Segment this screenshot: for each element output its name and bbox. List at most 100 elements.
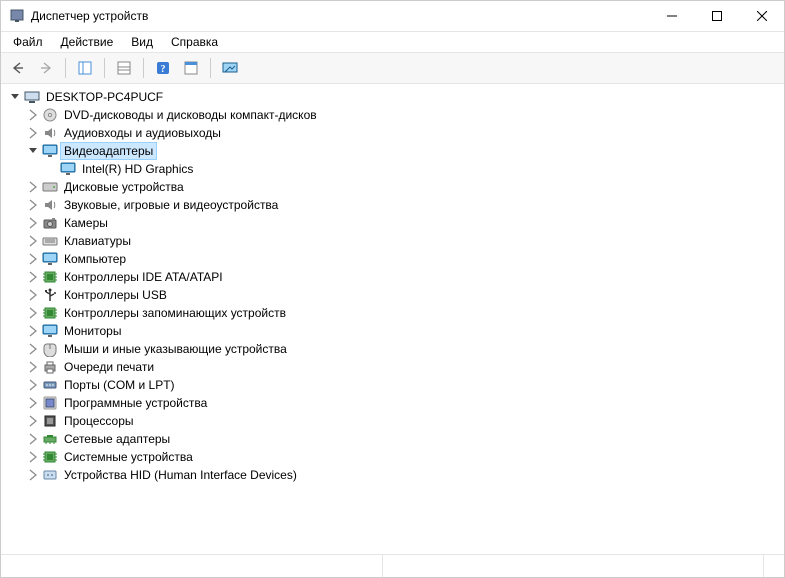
drive-icon [42,179,58,195]
titlebar: Диспетчер устройств [1,1,784,32]
tree-item[interactable]: Порты (COM и LPT) [27,376,784,394]
tree-item[interactable]: Системные устройства [27,448,784,466]
statusbar-grip [764,555,784,577]
menu-view[interactable]: Вид [123,33,161,51]
expand-arrow-right-icon[interactable] [27,289,39,301]
tree-item[interactable]: Intel(R) HD Graphics [45,160,784,178]
pc-icon [24,89,40,105]
menubar: Файл Действие Вид Справка [1,32,784,52]
expand-arrow-right-icon[interactable] [27,217,39,229]
tree-item[interactable]: Мыши и иные указывающие устройства [27,340,784,358]
statusbar [1,554,784,577]
tree-item-label: Сетевые адаптеры [61,431,173,447]
tree-item[interactable]: Контроллеры запоминающих устройств [27,304,784,322]
expand-arrow-down-icon[interactable] [9,91,21,103]
tree-item[interactable]: DVD-дисководы и дисководы компакт-дисков [27,106,784,124]
disc-icon [42,107,58,123]
expand-arrow-down-icon[interactable] [27,145,39,157]
hid-icon [42,467,58,483]
expand-arrow-right-icon[interactable] [27,433,39,445]
expand-arrow-right-icon[interactable] [27,199,39,211]
chip-icon [42,449,58,465]
properties-button[interactable] [111,55,137,81]
monitor-icon [42,251,58,267]
toolbar-separator [104,58,105,78]
expand-arrow-right-icon[interactable] [27,361,39,373]
menu-help[interactable]: Справка [163,33,226,51]
device-manager-icon [9,8,25,24]
expand-arrow-right-icon[interactable] [27,253,39,265]
tree-item-label: Системные устройства [61,449,196,465]
nav-back-button[interactable] [5,55,31,81]
expand-arrow-right-icon[interactable] [27,397,39,409]
monitor-icon [42,323,58,339]
expand-arrow-right-icon[interactable] [27,343,39,355]
tree-item[interactable]: Компьютер [27,250,784,268]
tree-item[interactable]: Контроллеры IDE ATA/ATAPI [27,268,784,286]
tree-item[interactable]: Процессоры [27,412,784,430]
close-button[interactable] [739,1,784,31]
tree-item-label: Контроллеры USB [61,287,170,303]
usb-icon [42,287,58,303]
tree-item-label: DVD-дисководы и дисководы компакт-дисков [61,107,320,123]
expand-arrow-right-icon[interactable] [27,451,39,463]
tree-item[interactable]: DESKTOP-PC4PUCF [9,88,784,106]
tree-item-label: Дисковые устройства [61,179,187,195]
tree-item[interactable]: Мониторы [27,322,784,340]
tree-item-label: Клавиатуры [61,233,134,249]
tree-item-label: Программные устройства [61,395,210,411]
expand-arrow-right-icon[interactable] [27,127,39,139]
tree-item-label: Порты (COM и LPT) [61,377,178,393]
toolbar-separator [210,58,211,78]
tree-item-label: Очереди печати [61,359,157,375]
expand-arrow-right-icon[interactable] [27,181,39,193]
port-icon [42,377,58,393]
scan-hardware-button[interactable] [217,55,243,81]
printer-icon [42,359,58,375]
menu-action[interactable]: Действие [53,33,122,51]
tree-item[interactable]: Устройства HID (Human Interface Devices) [27,466,784,484]
tree-item[interactable]: Дисковые устройства [27,178,784,196]
device-tree[interactable]: DESKTOP-PC4PUCF DVD-дисководы и дисководы… [1,84,784,554]
expand-arrow-right-icon[interactable] [27,109,39,121]
tree-item-label: Контроллеры IDE ATA/ATAPI [61,269,226,285]
expand-arrow-right-icon[interactable] [27,325,39,337]
maximize-button[interactable] [694,1,739,31]
statusbar-cell [383,555,765,577]
tree-item-label: Аудиовходы и аудиовыходы [61,125,224,141]
expand-arrow-right-icon[interactable] [27,469,39,481]
minimize-button[interactable] [649,1,694,31]
expand-arrow-right-icon[interactable] [27,415,39,427]
speaker-icon [42,125,58,141]
expand-arrow-right-icon[interactable] [27,379,39,391]
toolbar-separator [65,58,66,78]
tree-item[interactable]: Сетевые адаптеры [27,430,784,448]
tree-item[interactable]: Программные устройства [27,394,784,412]
expand-arrow-right-icon[interactable] [27,271,39,283]
expand-arrow-right-icon[interactable] [27,235,39,247]
action-button[interactable] [178,55,204,81]
tree-item[interactable]: Видеоадаптеры [27,142,784,160]
tree-item[interactable]: Аудиовходы и аудиовыходы [27,124,784,142]
tree-item[interactable]: Клавиатуры [27,232,784,250]
nav-forward-button[interactable] [33,55,59,81]
expand-arrow-right-icon[interactable] [27,307,39,319]
tree-item-label: Контроллеры запоминающих устройств [61,305,289,321]
help-button[interactable] [150,55,176,81]
speaker-icon [42,197,58,213]
software-icon [42,395,58,411]
camera-icon [42,215,58,231]
chip-icon [42,305,58,321]
tree-item-label: DESKTOP-PC4PUCF [43,89,166,105]
menu-file[interactable]: Файл [5,33,51,51]
device-manager-window: Диспетчер устройств Файл Действие Вид Сп… [0,0,785,578]
show-hide-tree-button[interactable] [72,55,98,81]
tree-item[interactable]: Очереди печати [27,358,784,376]
cpu-icon [42,413,58,429]
tree-item-label: Intel(R) HD Graphics [79,161,196,177]
tree-item-label: Устройства HID (Human Interface Devices) [61,467,300,483]
tree-item[interactable]: Контроллеры USB [27,286,784,304]
tree-item[interactable]: Звуковые, игровые и видеоустройства [27,196,784,214]
tree-item[interactable]: Камеры [27,214,784,232]
tree-item-label: Мониторы [61,323,124,339]
